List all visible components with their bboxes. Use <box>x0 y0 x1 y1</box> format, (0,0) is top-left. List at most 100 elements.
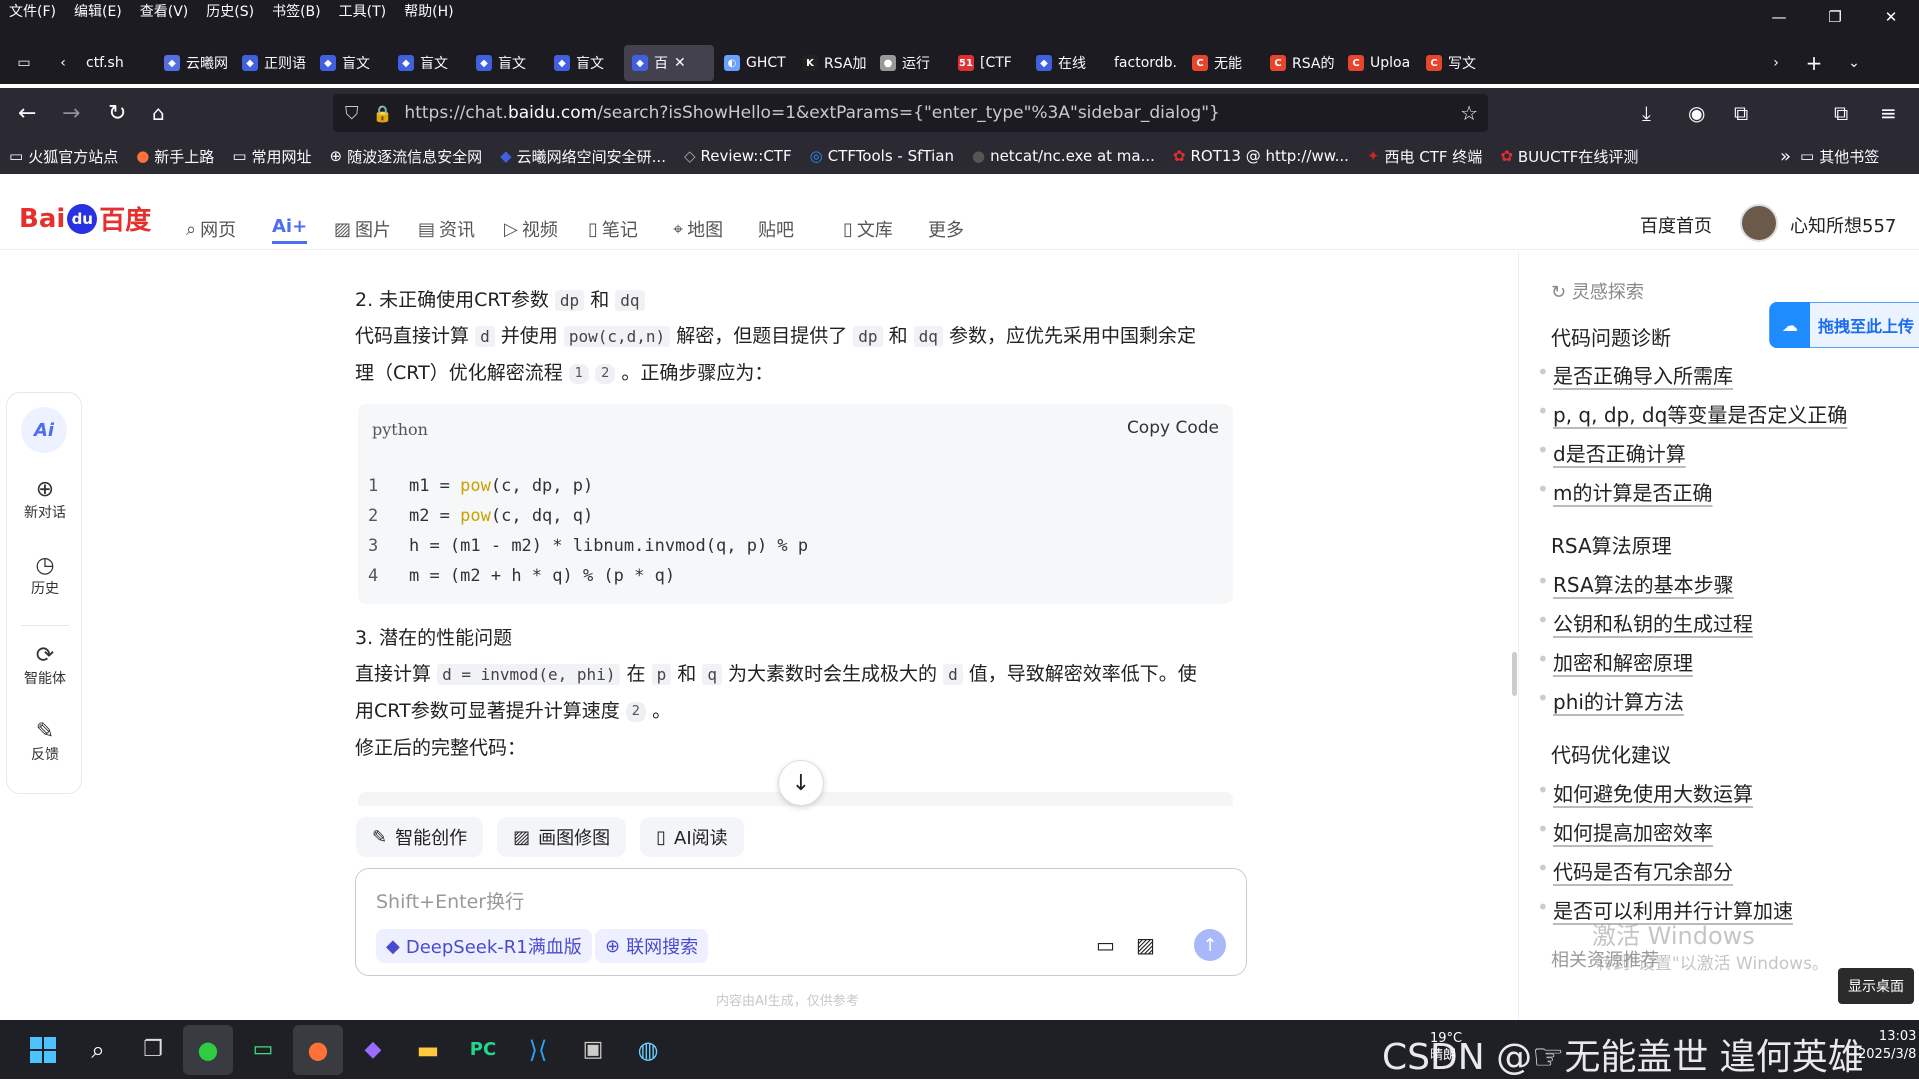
send-button[interactable]: ↑ <box>1194 929 1226 961</box>
file-explorer-icon[interactable]: ▬ <box>403 1025 453 1075</box>
home-icon[interactable]: ⌂ <box>152 101 165 125</box>
citation-1[interactable]: 1 <box>568 363 590 384</box>
baidu-logo[interactable]: Bai du 百度 <box>19 200 151 237</box>
menu-help[interactable]: 帮助(H) <box>395 1 462 21</box>
model-selector[interactable]: ◆ DeepSeek-R1满血版 <box>376 929 592 963</box>
feedback-button[interactable]: ✎ 反馈 <box>7 719 83 764</box>
suggestion-item[interactable]: 代码是否有冗余部分 <box>1537 856 1733 885</box>
wechat-icon[interactable]: ● <box>183 1024 233 1075</box>
bookmark-item[interactable]: ◆ 云曦网络空间安全研... <box>491 146 675 167</box>
username[interactable]: 心知所想557 <box>1790 212 1896 238</box>
browser-tab[interactable]: ◆ 盲文 <box>390 45 466 81</box>
nav-video[interactable]: ▷ 视频 <box>504 216 558 242</box>
nav-tieba[interactable]: 贴吧 <box>758 216 794 242</box>
browser-tab[interactable]: 51 [CTF <box>950 45 1026 81</box>
account-icon[interactable]: ◉ <box>1688 101 1705 125</box>
menu-view[interactable]: 查看(V) <box>131 1 198 21</box>
restore-icon[interactable]: ❐ <box>1807 0 1863 34</box>
bookmark-item[interactable]: ✿ ROT13 @ http://ww... <box>1164 146 1358 167</box>
image-edit-button[interactable]: ▨ 画图修图 <box>497 817 627 857</box>
app-menu-icon[interactable]: ≡ <box>1880 101 1897 125</box>
cmd-icon[interactable]: ▣ <box>568 1025 618 1075</box>
bookmark-item[interactable]: ✦ 西电 CTF 终端 <box>1358 146 1491 167</box>
browser-tab[interactable]: factordb. <box>1106 45 1182 81</box>
start-button[interactable] <box>18 1025 68 1075</box>
scroll-down-button[interactable]: ↓ <box>778 760 824 806</box>
browser-tab[interactable]: ctf.sh <box>78 45 154 81</box>
suggestion-item[interactable]: phi的计算方法 <box>1537 686 1684 715</box>
bookmark-star-icon[interactable]: ☆ <box>1460 101 1478 125</box>
tab-scroll-right-icon[interactable]: › <box>1758 45 1794 81</box>
suggestion-item[interactable]: 公钥和私钥的生成过程 <box>1537 608 1753 637</box>
bookmark-item[interactable]: ◎ CTFTools - SfTian <box>801 146 963 167</box>
url-text[interactable]: https://chat.baidu.com/search?isShowHell… <box>404 103 1219 123</box>
image-upload-icon[interactable]: ▨ <box>1136 933 1155 957</box>
suggestion-item[interactable]: d是否正确计算 <box>1537 438 1686 467</box>
browser-tab[interactable]: ◆ 百 ✕ <box>624 45 714 81</box>
browser-tab[interactable]: ◆ 盲文 <box>546 45 622 81</box>
suggestion-item[interactable]: RSA算法的基本步骤 <box>1537 569 1734 598</box>
back-icon[interactable]: ← <box>18 101 36 126</box>
bookmark-item[interactable]: ▭ 常用网址 <box>223 146 320 167</box>
menu-history[interactable]: 历史(S) <box>197 1 263 21</box>
nav-news[interactable]: ▤ 资讯 <box>418 216 475 242</box>
browser-tab[interactable]: ◆ 盲文 <box>312 45 388 81</box>
nav-images[interactable]: ▨ 图片 <box>334 216 391 242</box>
menu-bookmarks[interactable]: 书签(B) <box>263 1 330 21</box>
pycharm-icon[interactable]: PC <box>458 1025 508 1075</box>
bookmark-item[interactable]: ▭ 火狐官方站点 <box>0 146 127 167</box>
browser-tab[interactable]: K RSA加 <box>794 45 870 81</box>
menu-file[interactable]: 文件(F) <box>0 1 65 21</box>
browser-tab[interactable]: ◆ 在线 <box>1028 45 1104 81</box>
browser-tab[interactable]: ◆ 云曦网 <box>156 45 232 81</box>
system-clock[interactable]: 13:03 2025/3/8 <box>1858 1028 1916 1064</box>
close-icon[interactable]: ✕ <box>1863 0 1919 34</box>
citation-2[interactable]: 2 <box>625 701 647 722</box>
more-bookmarks-icon[interactable]: » <box>1780 146 1791 167</box>
bookmark-item[interactable]: ✿ BUUCTF在线评测 <box>1491 146 1647 167</box>
menu-tools[interactable]: 工具(T) <box>330 1 395 21</box>
search-icon[interactable]: ⌕ <box>73 1025 123 1075</box>
avatar[interactable] <box>1740 204 1778 242</box>
suggestion-item[interactable]: 如何提高加密效率 <box>1537 817 1713 846</box>
citation-2[interactable]: 2 <box>595 363 616 384</box>
baidu-home-link[interactable]: 百度首页 <box>1640 212 1712 238</box>
firefox-icon[interactable]: ● <box>293 1024 343 1075</box>
browser-tab[interactable]: C 无能 <box>1184 45 1260 81</box>
browser-tab[interactable]: ● 运行 <box>872 45 948 81</box>
browser-tab[interactable]: ◐ GHCT <box>716 45 792 81</box>
tab-close-icon[interactable]: ✕ <box>674 55 686 71</box>
chat-input-box[interactable]: Shift+Enter换行 ◆ DeepSeek-R1满血版 ⊕ 联网搜索 ▭ ▨ … <box>355 868 1247 976</box>
suggestion-item[interactable]: 加密和解密原理 <box>1537 647 1693 676</box>
nav-notes[interactable]: ▯ 笔记 <box>588 216 638 242</box>
history-button[interactable]: ◷ 历史 <box>7 553 83 598</box>
agents-button[interactable]: ⟳ 智能体 <box>7 643 83 688</box>
reload-icon[interactable]: ↻ <box>108 101 126 126</box>
browser-tab[interactable]: C Uploa <box>1340 45 1416 81</box>
suggestion-item[interactable]: p, q, dp, dq等变量是否定义正确 <box>1537 399 1847 428</box>
screenshot-icon[interactable]: ⧉ <box>1734 101 1748 125</box>
scrollbar-thumb[interactable] <box>1512 652 1517 696</box>
suggestion-item[interactable]: m的计算是否正确 <box>1537 477 1713 506</box>
suggestion-item[interactable]: 如何避免使用大数运算 <box>1537 778 1753 807</box>
bookmark-item[interactable]: ● netcat/nc.exe at ma... <box>963 146 1164 167</box>
tab-scroll-left-icon[interactable]: ‹ <box>48 45 78 81</box>
web-search-toggle[interactable]: ⊕ 联网搜索 <box>595 929 709 963</box>
bookmark-item[interactable]: ⊕ 随波逐流信息安全网 <box>321 146 492 167</box>
browser-tab[interactable]: C RSA的 <box>1262 45 1338 81</box>
new-tab-icon[interactable]: + <box>1794 45 1834 81</box>
browser-tab[interactable]: ◆ 盲文 <box>468 45 544 81</box>
terminal-app-icon[interactable]: ▭ <box>238 1025 288 1075</box>
tab-list-icon[interactable]: ⌄ <box>1834 45 1874 81</box>
minimize-icon[interactable]: — <box>1751 0 1807 34</box>
task-view-icon[interactable]: ❐ <box>128 1025 178 1075</box>
nav-map[interactable]: ⌖ 地图 <box>673 216 723 242</box>
extensions-icon[interactable]: ⧉ <box>1834 101 1848 125</box>
forward-icon[interactable]: → <box>62 101 80 126</box>
ai-logo-icon[interactable]: Ai <box>21 407 67 453</box>
nav-ai[interactable]: Ai+ <box>272 216 308 244</box>
folder-icon[interactable]: ▭ <box>1096 933 1115 957</box>
upload-dropzone[interactable]: ☁ 拖拽至此上传 <box>1769 302 1919 348</box>
nav-web[interactable]: ⌕ 网页 <box>186 216 236 242</box>
new-chat-button[interactable]: ⊕ 新对话 <box>7 477 83 522</box>
